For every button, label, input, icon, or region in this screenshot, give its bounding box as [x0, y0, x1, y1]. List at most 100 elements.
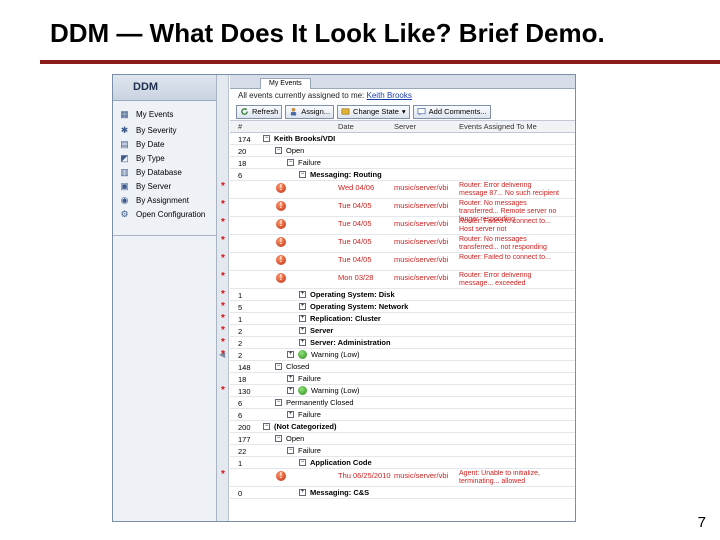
nav-item-server[interactable]: ▣ By Server [113, 179, 216, 193]
exclamation-icon: ! [279, 255, 283, 264]
main-pane: My Events All events currently assigned … [221, 75, 575, 521]
expand-icon[interactable]: + [299, 315, 306, 322]
expand-icon[interactable]: + [287, 375, 294, 382]
add-comments-button[interactable]: Add Comments... [412, 104, 491, 119]
nav-item-severity[interactable]: ✱ By Severity [113, 123, 216, 137]
event-row[interactable]: *! Tue 04/05 music/server/vbi Router: No me… [221, 235, 575, 253]
expand-icon[interactable]: + [287, 351, 294, 358]
expand-icon[interactable]: + [299, 291, 306, 298]
collapse-icon[interactable]: − [275, 399, 282, 406]
tree-label: Messaging: C&S [310, 488, 370, 497]
collapse-icon[interactable]: − [275, 147, 282, 154]
expand-icon[interactable]: + [299, 327, 306, 334]
event-text: Router: Failed to connect to... [459, 254, 551, 261]
category-row[interactable]: * 2 + Warning (Low) [221, 349, 575, 361]
event-date: Wed 04/06 [338, 183, 375, 192]
event-server: music/server/vbi [394, 219, 449, 228]
category-row[interactable]: 18 + Failure [230, 373, 575, 385]
refresh-button[interactable]: Refresh [236, 104, 283, 119]
nav-item-type[interactable]: ◩ By Type [113, 151, 216, 165]
column-server[interactable]: Server [394, 122, 416, 131]
event-date: Thu 06/25/2010 [338, 471, 391, 480]
category-row[interactable]: 20 − Open [230, 145, 575, 157]
tree-label: Failure [298, 374, 321, 383]
nav-item-database[interactable]: ▥ By Database [113, 165, 216, 179]
nav-item-label: By Type [136, 153, 165, 163]
change-state-button[interactable]: Change State ▾ [337, 104, 410, 119]
tree-label: (Not Categorized) [274, 422, 337, 431]
tree-node: − Closed [275, 362, 309, 371]
category-row[interactable]: * 2 + Server: Administration [221, 337, 575, 349]
expand-icon[interactable]: + [287, 387, 294, 394]
nav-item-label: By Assignment [136, 195, 189, 205]
tree-label: Keith Brooks/VDI [274, 134, 336, 143]
category-row[interactable]: 200 − (Not Categorized) [230, 421, 575, 433]
row-count: 20 [238, 147, 247, 156]
expand-icon[interactable]: + [299, 303, 306, 310]
tree-node: − Open [275, 434, 304, 443]
nav-item-events[interactable]: ▦ My Events [113, 107, 216, 121]
collapse-icon[interactable]: − [299, 171, 306, 178]
event-text: Agent: Unable to initialize, terminating… [459, 470, 540, 485]
nav-item-configuration[interactable]: ⚙ Open Configuration [113, 207, 216, 221]
event-row[interactable]: *! Tue 04/05 music/server/vbi Router: Faile… [221, 217, 575, 235]
category-row[interactable]: 174 − Keith Brooks/VDI [230, 133, 575, 145]
assign-button[interactable]: Assign... [285, 104, 335, 119]
row-count: 6 [238, 171, 243, 180]
row-count: 2 [238, 351, 243, 360]
event-row[interactable]: *! Wed 04/06 music/server/vbi Router: Error… [221, 181, 575, 199]
category-row[interactable]: * 2 + Server [221, 325, 575, 337]
category-row[interactable]: 6 + Failure [230, 409, 575, 421]
category-row[interactable]: 22 − Failure [230, 445, 575, 457]
event-row[interactable]: *! Mon 03/28 music/server/vbi Router: Error… [221, 271, 575, 289]
column-num[interactable]: # [238, 122, 242, 131]
tab-my-events[interactable]: My Events [260, 78, 311, 89]
star-icon: * [221, 325, 225, 336]
category-row[interactable]: 18 − Failure [230, 157, 575, 169]
assigned-user-link[interactable]: Keith Brooks [367, 91, 412, 100]
column-event[interactable]: Events Assigned To Me [459, 122, 537, 131]
collapse-icon[interactable]: − [299, 459, 306, 466]
expand-icon[interactable]: + [299, 339, 306, 346]
toolbar: Refresh Assign... Change State ▾ Add Com… [230, 103, 575, 121]
collapse-icon[interactable]: − [287, 447, 294, 454]
type-icon: ◩ [120, 152, 129, 163]
tree-node: + Replication: Cluster [299, 314, 381, 323]
tree-label: Warning (Low) [311, 350, 360, 359]
severity-icon: ✱ [120, 124, 129, 135]
expand-icon[interactable]: + [287, 411, 294, 418]
severity-low-icon [298, 350, 307, 359]
category-row[interactable]: * 5 + Operating System: Network [221, 301, 575, 313]
tree-node: − (Not Categorized) [263, 422, 337, 431]
tree-node: + Messaging: C&S [299, 488, 369, 497]
category-row[interactable]: * 1 + Operating System: Disk [221, 289, 575, 301]
tree-node: + Server: Administration [299, 338, 391, 347]
event-row[interactable]: *! Tue 04/05 music/server/vbi Router: No me… [221, 199, 575, 223]
tree-node: + Operating System: Disk [299, 290, 395, 299]
event-row[interactable]: *! Tue 04/05 music/server/vbi Router: Faile… [221, 253, 575, 271]
event-server: music/server/vbi [394, 201, 449, 210]
collapse-icon[interactable]: − [287, 159, 294, 166]
column-date[interactable]: Date [338, 122, 354, 131]
expand-icon[interactable]: + [299, 489, 306, 496]
collapse-icon[interactable]: − [263, 423, 270, 430]
nav-item-date[interactable]: ▤ By Date [113, 137, 216, 151]
star-icon: * [221, 289, 225, 300]
category-row[interactable]: 1 − Application Code [230, 457, 575, 469]
collapse-icon[interactable]: − [275, 435, 282, 442]
category-row[interactable]: 6 − Permanently Closed [230, 397, 575, 409]
category-row[interactable]: * 130 + Warning (Low) [221, 385, 575, 397]
star-icon: * [221, 217, 225, 228]
category-row[interactable]: 148 − Closed [230, 361, 575, 373]
collapse-icon[interactable]: − [275, 363, 282, 370]
nav-item-assignment[interactable]: ◉ By Assignment [113, 193, 216, 207]
tree-label: Closed [286, 362, 310, 371]
category-row[interactable]: 177 − Open [230, 433, 575, 445]
event-row[interactable]: *! Thu 06/25/2010 music/server/vbi Agent: U… [221, 469, 575, 487]
category-row[interactable]: 6 − Messaging: Routing [230, 169, 575, 181]
category-row[interactable]: * 1 + Replication: Cluster [221, 313, 575, 325]
severity-high-icon: ! [276, 255, 286, 265]
tree-label: Messaging: Routing [310, 170, 382, 179]
category-row[interactable]: 0 + Messaging: C&S [230, 487, 575, 499]
collapse-icon[interactable]: − [263, 135, 270, 142]
